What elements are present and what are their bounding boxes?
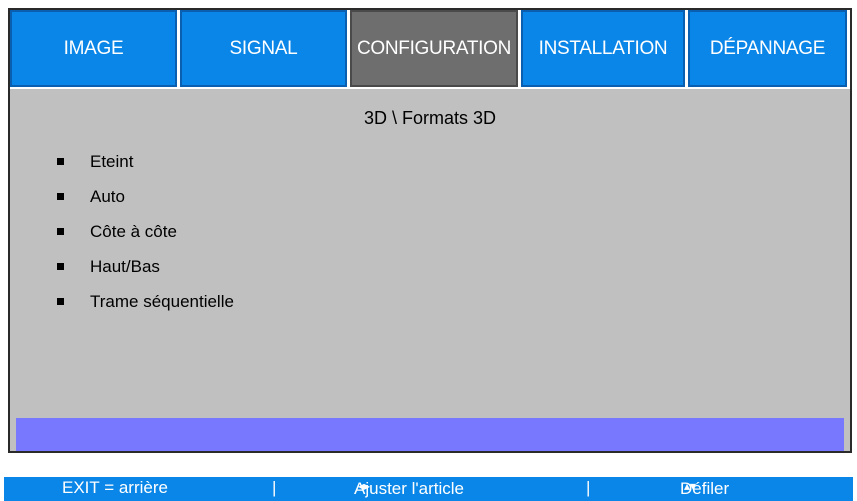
option-label: Eteint (90, 151, 134, 171)
option-label: Trame séquentielle (90, 291, 234, 311)
bullet-icon (57, 228, 64, 235)
left-right-arrows-icon: ◂▸ (358, 479, 371, 493)
footer-separator: | (272, 478, 277, 497)
footer-separator: | (586, 478, 591, 497)
option-cote-a-cote[interactable]: Côte à côte (57, 214, 234, 249)
menu-content: 3D \ Formats 3D Eteint Auto Côte à côte … (10, 90, 850, 416)
selection-highlight-bar (16, 418, 844, 451)
osd-menu-frame: IMAGE SIGNAL CONFIGURATION INSTALLATION … (8, 8, 852, 453)
option-label: Côte à côte (90, 221, 177, 241)
up-down-arrows-icon: ▴▾ (684, 479, 697, 493)
tab-image[interactable]: IMAGE (10, 10, 177, 87)
exit-hint: EXIT = arrière (62, 478, 168, 497)
option-auto[interactable]: Auto (57, 179, 234, 214)
tab-installation[interactable]: INSTALLATION (521, 10, 685, 87)
option-trame-sequentielle[interactable]: Trame séquentielle (57, 284, 234, 319)
bullet-icon (57, 298, 64, 305)
footer-help-bar: EXIT = arrière | Ajuster l'article ◂▸ | D… (4, 477, 853, 501)
adjust-hint-label: Ajuster l'article (354, 479, 465, 498)
option-list: Eteint Auto Côte à côte Haut/Bas Trame s… (57, 144, 234, 319)
option-label: Haut/Bas (90, 256, 160, 276)
breadcrumb: 3D \ Formats 3D (363, 108, 497, 128)
tab-depannage[interactable]: DÉPANNAGE (688, 10, 847, 87)
option-label: Auto (90, 186, 125, 206)
tab-bar: IMAGE SIGNAL CONFIGURATION INSTALLATION … (10, 10, 850, 89)
tab-configuration[interactable]: CONFIGURATION (350, 10, 518, 87)
bullet-icon (57, 263, 64, 270)
option-eteint[interactable]: Eteint (57, 144, 234, 179)
option-haut-bas[interactable]: Haut/Bas (57, 249, 234, 284)
tab-signal[interactable]: SIGNAL (180, 10, 347, 87)
bullet-icon (57, 158, 64, 165)
bullet-icon (57, 193, 64, 200)
